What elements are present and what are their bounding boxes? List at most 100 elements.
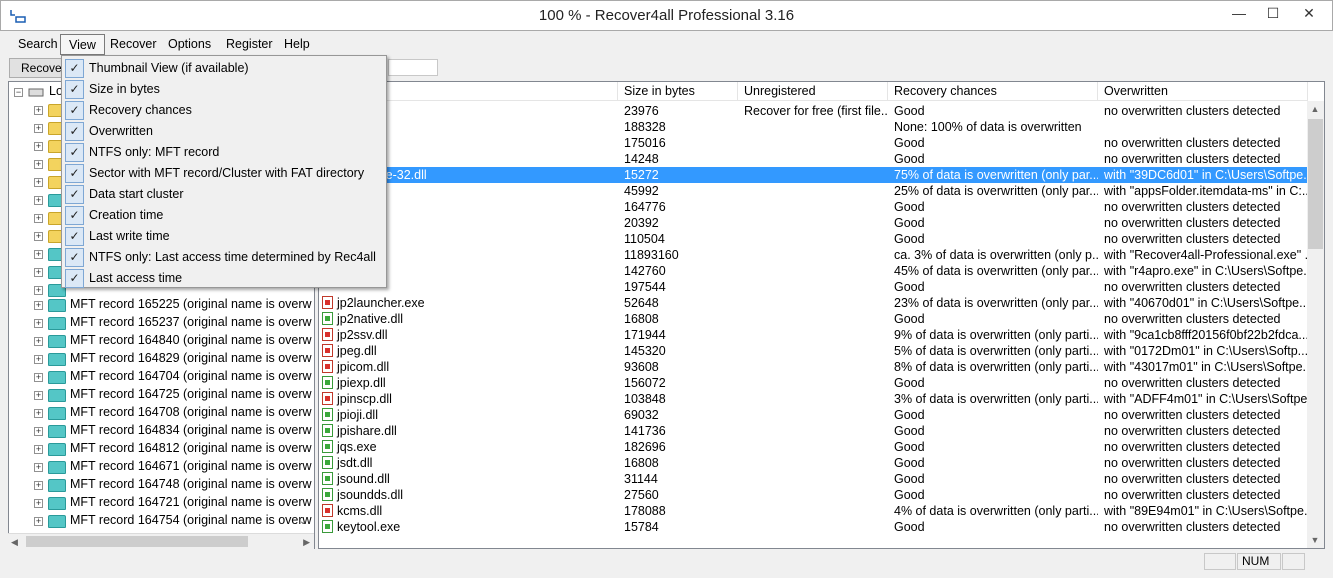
recover-button[interactable]: Recover <box>9 58 69 78</box>
column-header-size[interactable]: Size in bytes <box>618 82 738 101</box>
table-row[interactable]: jpishare.dll 141736 Good no overwritten clu… <box>319 423 1308 439</box>
table-row[interactable]: jpicom.dll 93608 8% of data is overwritten… <box>319 359 1308 375</box>
table-row[interactable]: jsound.dll 31144 Good no overwritten cluste… <box>319 471 1308 487</box>
tree-item[interactable]: + MFT record 164748 (original name is ove… <box>9 476 312 494</box>
view-menu-item[interactable]: ✓ Data start cluster <box>64 184 384 205</box>
tree-item[interactable]: + MFT record 164671 (original name is ove… <box>9 458 312 476</box>
tree-item[interactable]: + MFT record 164721 (original name is ove… <box>9 494 312 512</box>
expand-icon[interactable]: + <box>34 124 43 133</box>
tree-item[interactable]: + MFT record 165237 (original name is ove… <box>9 314 312 332</box>
view-menu-item[interactable]: ✓ Last access time <box>64 268 384 289</box>
maximize-button[interactable]: ☐ <box>1258 1 1288 25</box>
column-header-recovery-chances[interactable]: Recovery chances <box>888 82 1098 101</box>
expand-icon[interactable]: + <box>34 445 43 454</box>
expand-icon[interactable]: + <box>34 373 43 382</box>
view-menu-item[interactable]: ✓ Last write time <box>64 226 384 247</box>
table-row[interactable]: 142760 45% of data is overwritten (only p… <box>319 263 1308 279</box>
tree-item[interactable]: + MFT record 164829 (original name is ove… <box>9 350 312 368</box>
expand-icon[interactable]: + <box>34 391 43 400</box>
menu-view[interactable]: View <box>60 34 105 55</box>
expand-icon[interactable]: + <box>34 160 43 169</box>
list-scroll-thumb[interactable] <box>1308 119 1323 249</box>
expand-icon[interactable]: + <box>34 355 43 364</box>
table-row[interactable]: jp2native.dll 16808 Good no overwritten clu… <box>319 311 1308 327</box>
table-row[interactable]: demo.dll23976Recover for free (first fil… <box>319 103 1308 119</box>
column-header-unregistered[interactable]: Unregistered <box>738 82 888 101</box>
menu-options[interactable]: Options <box>160 34 219 55</box>
view-menu-item[interactable]: ✓ Creation time <box>64 205 384 226</box>
toolbar-field[interactable] <box>388 59 438 76</box>
expand-icon[interactable]: + <box>34 499 43 508</box>
table-row[interactable]: essBridge-32.dll1527275% of data is over… <box>319 167 1308 183</box>
scroll-thumb[interactable] <box>26 536 248 547</box>
view-menu-item[interactable]: ✓ Thumbnail View (if available) <box>64 58 384 79</box>
tree-horizontal-scrollbar[interactable]: ◀ ▶ <box>8 533 314 549</box>
tree-item[interactable]: + MFT record 164834 (original name is ove… <box>9 422 312 440</box>
expand-icon[interactable]: + <box>34 286 43 295</box>
close-button[interactable]: ✕ <box>1294 1 1324 25</box>
expand-icon[interactable]: + <box>34 232 43 241</box>
view-menu-item[interactable]: ✓ NTFS only: Last access time determined … <box>64 247 384 268</box>
expand-icon[interactable]: + <box>34 142 43 151</box>
menu-register[interactable]: Register <box>218 34 281 55</box>
expand-icon[interactable]: + <box>34 250 43 259</box>
expand-icon[interactable]: + <box>34 463 43 472</box>
tree-item[interactable]: + MFT record 164704 (original name is ove… <box>9 368 312 386</box>
table-row[interactable]: 197544 Good no overwritten clusters detect… <box>319 279 1308 295</box>
view-menu-item[interactable]: ✓ Sector with MFT record/Cluster with FAT… <box>64 163 384 184</box>
expand-icon[interactable]: + <box>34 268 43 277</box>
scroll-left-icon[interactable]: ◀ <box>11 537 18 548</box>
scroll-down-icon[interactable]: ▼ <box>1307 532 1323 548</box>
scroll-up-icon[interactable]: ▲ <box>1307 101 1323 117</box>
tree-scroll-down-icon[interactable]: ⌄ <box>299 516 307 527</box>
view-menu-item[interactable]: ✓ Size in bytes <box>64 79 384 100</box>
table-row[interactable]: jpinscp.dll 103848 3% of data is overwritt… <box>319 391 1308 407</box>
expand-icon[interactable]: + <box>34 106 43 115</box>
tree-item[interactable]: + MFT record 164812 (original name is ove… <box>9 440 312 458</box>
table-row[interactable]: jpiexp.dll 156072 Good no overwritten clust… <box>319 375 1308 391</box>
expand-icon[interactable]: + <box>34 301 43 310</box>
table-row[interactable]: keytool.exe 15784 Good no overwritten clust… <box>319 519 1308 535</box>
table-row[interactable]: 164776 Good no overwritten clusters detect… <box>319 199 1308 215</box>
table-row[interactable]: jsoundds.dll 27560 Good no overwritten clus… <box>319 487 1308 503</box>
table-row[interactable]: dll11893160ca. 3% of data is overwritten… <box>319 247 1308 263</box>
collapse-icon[interactable]: − <box>14 88 23 97</box>
expand-icon[interactable]: + <box>34 319 43 328</box>
view-menu-item[interactable]: ✓ Overwritten <box>64 121 384 142</box>
tree-item[interactable]: + MFT record 164725 (original name is ove… <box>9 386 312 404</box>
expand-icon[interactable]: + <box>34 214 43 223</box>
tree-item[interactable]: + MFT record 164840 (original name is ove… <box>9 332 312 350</box>
column-header-overwritten[interactable]: Overwritten <box>1098 82 1308 101</box>
table-row[interactable]: jqs.exe 182696 Good no overwritten clusters… <box>319 439 1308 455</box>
minimize-button[interactable]: — <box>1224 1 1254 25</box>
menu-help[interactable]: Help <box>276 34 318 55</box>
menu-search[interactable]: Search <box>10 34 66 55</box>
table-row[interactable]: kcms.dll 178088 4% of data is overwritten … <box>319 503 1308 519</box>
expand-icon[interactable]: + <box>34 196 43 205</box>
table-row[interactable]: 175016 Good no overwritten clusters detect… <box>319 135 1308 151</box>
table-row[interactable]: jsdt.dll 16808 Good no overwritten clusters… <box>319 455 1308 471</box>
table-row[interactable]: dll188328None: 100% of data is overwritt… <box>319 119 1308 135</box>
tree-item[interactable]: + MFT record 164708 (original name is ove… <box>9 404 312 422</box>
view-menu-item[interactable]: ✓ Recovery chances <box>64 100 384 121</box>
expand-icon[interactable]: + <box>34 337 43 346</box>
table-row[interactable]: jpeg.dll 145320 5% of data is overwritten … <box>319 343 1308 359</box>
table-row[interactable]: 14248 Good no overwritten clusters detecte… <box>319 151 1308 167</box>
table-row[interactable]: jpioji.dll 69032 Good no overwritten cluste… <box>319 407 1308 423</box>
menu-recover[interactable]: Recover <box>102 34 165 55</box>
expand-icon[interactable]: + <box>34 409 43 418</box>
table-row[interactable]: dll110504Goodno overwritten clusters det… <box>319 231 1308 247</box>
table-row[interactable]: jp2launcher.exe 52648 23% of data is overw… <box>319 295 1308 311</box>
table-row[interactable]: jp2ssv.dll 171944 9% of data is overwritte… <box>319 327 1308 343</box>
file-list[interactable]: Size in bytes Unregistered Recovery chan… <box>318 81 1325 549</box>
expand-icon[interactable]: + <box>34 481 43 490</box>
tree-item[interactable]: + MFT record 165225 (original name is ove… <box>9 296 312 314</box>
table-row[interactable]: 20392 Good no overwritten clusters detecte… <box>319 215 1308 231</box>
scroll-right-icon[interactable]: ▶ <box>303 537 310 548</box>
expand-icon[interactable]: + <box>34 427 43 436</box>
view-menu-item[interactable]: ✓ NTFS only: MFT record <box>64 142 384 163</box>
tree-item[interactable]: + MFT record 164754 (original name is ove… <box>9 512 312 530</box>
expand-icon[interactable]: + <box>34 517 43 526</box>
list-vertical-scrollbar[interactable]: ▲ ▼ <box>1307 101 1324 548</box>
table-row[interactable]: e.dll4599225% of data is overwritten (on… <box>319 183 1308 199</box>
